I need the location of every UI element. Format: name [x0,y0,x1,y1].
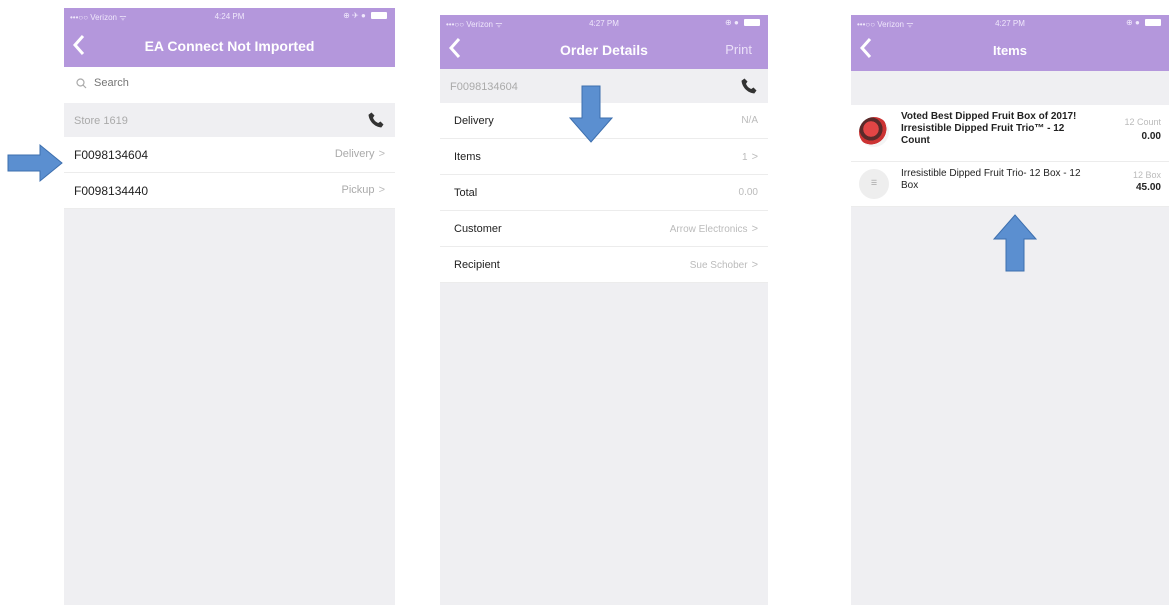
page-title: EA Connect Not Imported [144,38,315,54]
detail-value: N/A [741,115,758,126]
item-price: 45.00 [1135,182,1161,193]
detail-value: 0.00 [738,187,758,198]
item-quantity: 12 Count [1124,117,1161,127]
order-type: Delivery > [334,148,385,160]
order-number: F0098134604 [450,81,518,93]
detail-row-customer[interactable]: Customer Arrow Electronics > [440,211,768,247]
item-name: Voted Best Dipped Fruit Box of 2017! Irr… [901,111,1077,146]
arrow-right-icon [7,143,63,183]
status-bar: •••○○ Verizon ᯤ 4:27 PM ⊕ ● [851,15,1169,33]
page-title: Order Details [560,42,648,58]
phone-icon[interactable] [367,111,385,129]
arrow-up-icon [992,214,1038,272]
search-input[interactable] [92,76,296,90]
navigation-bar: •••○○ Verizon ᯤ 4:27 PM ⊕ ● Items [851,15,1169,71]
chevron-right-icon: > [378,148,385,160]
status-icons: ⊕ ✈ ● [343,11,387,20]
detail-label: Items [454,151,481,163]
item-name: Irresistible Dipped Fruit Trio- 12 Box -… [901,168,1081,191]
chevron-right-icon: > [751,151,758,163]
search-bar [64,67,395,103]
detail-label: Delivery [454,115,494,127]
order-id: F0098134440 [74,184,149,198]
item-price: 0.00 [1141,131,1161,142]
order-type: Pickup > [341,184,385,196]
phone-icon[interactable] [740,77,758,95]
status-bar: •••○○ Verizon ᯤ 4:27 PM ⊕ ● [440,15,768,33]
screen-items: •••○○ Verizon ᯤ 4:27 PM ⊕ ● Items Voted … [851,15,1169,605]
screen-not-imported: •••○○ Verizon ᯤ 4:24 PM ⊕ ✈ ● EA Connect… [64,8,395,605]
store-section-header: Store 1619 [64,103,395,137]
nav-header: Order Details Print [440,33,768,69]
navigation-bar: •••○○ Verizon ᯤ 4:27 PM ⊕ ● Order Detail… [440,15,768,69]
detail-row-recipient[interactable]: Recipient Sue Schober > [440,247,768,283]
order-row[interactable]: F0098134604 Delivery > [64,137,395,173]
product-placeholder-icon: ☰ [859,169,889,199]
clock: 4:27 PM [995,19,1025,28]
order-row[interactable]: F0098134440 Pickup > [64,173,395,209]
item-row[interactable]: Voted Best Dipped Fruit Box of 2017! Irr… [851,105,1169,162]
chevron-right-icon: > [378,184,385,196]
status-bar: •••○○ Verizon ᯤ 4:24 PM ⊕ ✈ ● [64,8,395,26]
navigation-bar: •••○○ Verizon ᯤ 4:24 PM ⊕ ✈ ● EA Connect… [64,8,395,67]
chevron-right-icon: > [751,223,758,235]
detail-value: Sue Schober > [689,259,758,271]
print-button[interactable]: Print [725,42,752,57]
chevron-right-icon: > [751,259,758,271]
arrow-down-icon [568,85,614,143]
detail-row-total: Total 0.00 [440,175,768,211]
detail-value: Arrow Electronics > [669,223,758,235]
detail-label: Customer [454,223,502,235]
status-icons: ⊕ ● [1126,18,1161,27]
status-icons: ⊕ ● [725,18,760,27]
product-thumbnail [859,117,889,147]
battery-icon [371,12,387,20]
order-id: F0098134604 [74,148,149,162]
item-quantity: 12 Box [1132,170,1161,180]
nav-header: EA Connect Not Imported [64,26,395,67]
search-icon [76,78,87,89]
battery-icon [1145,19,1161,27]
detail-label: Total [454,187,478,199]
detail-value: 1 > [742,151,758,163]
item-row[interactable]: ☰ Irresistible Dipped Fruit Trio- 12 Box… [851,162,1169,207]
clock: 4:27 PM [589,19,619,28]
battery-icon [744,19,760,27]
search-field[interactable] [70,73,389,97]
store-label: Store 1619 [74,115,128,127]
detail-row-items[interactable]: Items 1 > [440,139,768,175]
nav-header: Items [851,33,1169,71]
page-title: Items [993,43,1027,58]
detail-label: Recipient [454,259,500,271]
